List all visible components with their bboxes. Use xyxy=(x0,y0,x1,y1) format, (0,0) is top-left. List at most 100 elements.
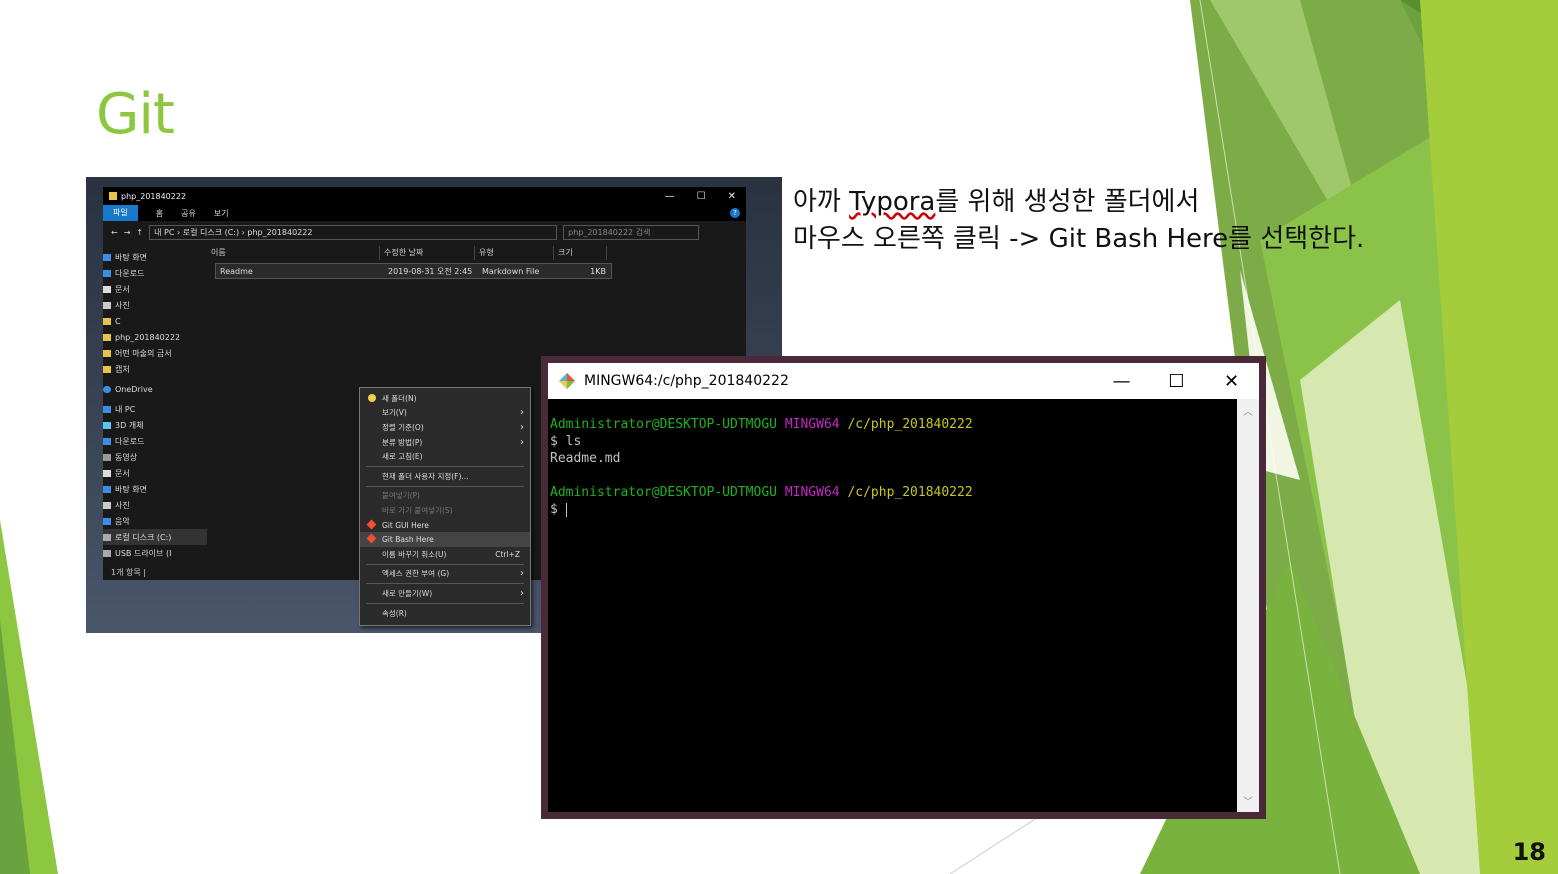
git-icon xyxy=(366,519,377,530)
ribbon-tab-home[interactable]: 홈 xyxy=(156,208,163,219)
page-number: 18 xyxy=(1512,838,1546,866)
nav-item[interactable]: 3D 개체 xyxy=(103,417,207,433)
menu-git-bash-here[interactable]: Git Bash Here xyxy=(360,532,530,547)
back-icon[interactable]: ← xyxy=(111,228,118,237)
nav-item[interactable]: 동영상 xyxy=(103,449,207,465)
scroll-up-icon[interactable]: ︿ xyxy=(1237,403,1259,418)
chevron-right-icon: › xyxy=(520,568,524,580)
nav-item-label: C xyxy=(115,316,121,326)
nav-item[interactable]: 바탕 화면 xyxy=(103,481,207,497)
file-modified: 2019-08-31 오전 2:45 xyxy=(388,266,473,276)
menu-customize-folder[interactable]: 현재 폴더 사용자 지정(F)... xyxy=(360,469,530,484)
scroll-down-icon[interactable]: ﹀ xyxy=(1237,793,1259,808)
file-row[interactable]: Readme 2019-08-31 오전 2:45 Markdown File … xyxy=(215,263,612,279)
nav-item[interactable]: OneDrive xyxy=(103,381,207,397)
chevron-right-icon: › xyxy=(520,407,524,419)
menu-label: 새로 고침(E) xyxy=(382,452,423,462)
address-path[interactable]: 내 PC › 로컬 디스크 (C:) › php_201840222 xyxy=(149,224,558,240)
menu-sort-by[interactable]: 정렬 기준(O) › xyxy=(360,420,530,435)
ribbon-tab-view[interactable]: 보기 xyxy=(214,208,229,219)
close-icon[interactable]: ✕ xyxy=(1204,371,1259,392)
maximize-icon[interactable]: ☐ xyxy=(697,191,706,202)
menu-separator xyxy=(366,465,524,467)
minimize-icon[interactable]: — xyxy=(1094,371,1149,392)
nav-item[interactable]: USB 드라이브 (I xyxy=(103,545,207,561)
menu-give-access[interactable]: 액세스 권한 부여 (G) › xyxy=(360,567,530,582)
forward-icon[interactable]: → xyxy=(124,228,131,237)
search-input[interactable]: php_201840222 검색 xyxy=(563,224,700,240)
mingw-icon xyxy=(559,373,575,389)
file-size: 1KB xyxy=(590,266,606,276)
nav-item-label: 바탕 화면 xyxy=(115,252,147,262)
nav-item[interactable]: 어떤 마술의 금서 xyxy=(103,345,207,361)
nav-item[interactable]: 로컬 디스크 (C:) xyxy=(103,529,207,545)
ribbon-tab-share[interactable]: 공유 xyxy=(181,208,196,219)
column-name[interactable]: 이름 xyxy=(207,246,380,260)
nav-item-label: 사진 xyxy=(115,300,130,310)
nav-item[interactable]: 내 PC xyxy=(103,401,207,417)
menu-separator xyxy=(366,563,524,565)
menu-group-by[interactable]: 분류 방법(P) › xyxy=(360,435,530,450)
nav-item[interactable]: 문서 xyxy=(103,465,207,481)
terminal-output[interactable]: Administrator@DESKTOP-UDTMOGU MINGW64 /c… xyxy=(548,399,1259,812)
nav-item[interactable]: 음악 xyxy=(103,513,207,529)
input-line[interactable]: $ xyxy=(550,501,1259,518)
context-menu: 새 폴더(N) 보기(V) › 정렬 기준(O) › 분류 방법(P) › 새로 고침… xyxy=(359,387,531,626)
nav-item[interactable]: C xyxy=(103,313,207,329)
close-icon[interactable]: ✕ xyxy=(728,191,736,202)
menu-label: 바로 가기 붙여넣기(S) xyxy=(382,505,453,515)
prompt-line: Administrator@DESKTOP-UDTMOGU MINGW64 /c… xyxy=(550,416,1259,433)
prompt-env: MINGW64 xyxy=(784,485,840,500)
menu-paste-shortcut: 바로 가기 붙여넣기(S) xyxy=(360,503,530,518)
nav-item[interactable]: 다운로드 xyxy=(103,433,207,449)
text-cursor xyxy=(565,502,567,517)
menu-label: Git Bash Here xyxy=(382,535,434,545)
nav-item[interactable]: 사진 xyxy=(103,497,207,513)
description-text: 를 위해 생성한 폴더에서 xyxy=(935,187,1200,217)
menu-label: 현재 폴더 사용자 지정(F)... xyxy=(382,471,469,481)
slide-description: 아까 Typora를 위해 생성한 폴더에서 마우스 오른쪽 클릭 -> Git… xyxy=(793,184,1364,258)
nav-item[interactable]: 바탕 화면 xyxy=(103,249,207,265)
menu-label: 액세스 권한 부여 (G) xyxy=(382,569,450,579)
nav-item[interactable]: 다운로드 xyxy=(103,265,207,281)
terminal-titlebar: MINGW64:/c/php_201840222 — ☐ ✕ xyxy=(548,363,1259,399)
nav-item[interactable]: 문서 xyxy=(103,281,207,297)
menu-label: 새 폴더(N) xyxy=(382,393,417,403)
file-name: Readme xyxy=(220,266,253,276)
nav-item-label: 바탕 화면 xyxy=(115,484,147,494)
prompt-cwd: /c/php_201840222 xyxy=(847,485,973,500)
nav-item[interactable]: 사진 xyxy=(103,297,207,313)
column-type[interactable]: 유형 xyxy=(475,246,554,260)
help-icon[interactable]: ? xyxy=(730,208,740,218)
nav-item[interactable]: php_201840222 xyxy=(103,329,207,345)
git-bash-window: MINGW64:/c/php_201840222 — ☐ ✕ Administr… xyxy=(541,356,1266,819)
menu-undo-rename[interactable]: 이름 바꾸기 취소(U) Ctrl+Z xyxy=(360,547,530,562)
minimize-icon[interactable]: — xyxy=(665,191,675,202)
menu-label: 붙여넣기(P) xyxy=(382,491,420,501)
menu-refresh[interactable]: 새로 고침(E) xyxy=(360,449,530,464)
git-icon xyxy=(366,533,377,544)
prompt-symbol: $ xyxy=(550,502,566,517)
menu-git-gui-here[interactable]: Git GUI Here xyxy=(360,518,530,533)
nav-item-label: 다운로드 xyxy=(115,268,145,278)
terminal-scrollbar[interactable]: ︿ ﹀ xyxy=(1237,399,1259,812)
prompt-cwd: /c/php_201840222 xyxy=(847,417,973,432)
menu-view[interactable]: 보기(V) › xyxy=(360,406,530,421)
menu-separator xyxy=(366,583,524,585)
git-bash-frame: MINGW64:/c/php_201840222 — ☐ ✕ Administr… xyxy=(548,363,1259,812)
nav-item-label: 문서 xyxy=(115,284,130,294)
ribbon-tab-file[interactable]: 파일 xyxy=(103,205,138,221)
menu-properties[interactable]: 속성(R) xyxy=(360,606,530,621)
column-size[interactable]: 크기 xyxy=(554,246,607,260)
up-icon[interactable]: ↑ xyxy=(136,228,143,237)
column-modified[interactable]: 수정한 날짜 xyxy=(380,246,475,260)
nav-item[interactable]: 캡처 xyxy=(103,361,207,377)
description-line-2: 마우스 오른쪽 클릭 -> Git Bash Here를 선택한다. xyxy=(793,224,1365,254)
menu-new[interactable]: 새로 만들기(W) › xyxy=(360,586,530,601)
menu-new-folder[interactable]: 새 폴더(N) xyxy=(360,391,530,406)
menu-separator xyxy=(366,485,524,487)
typora-word: Typora xyxy=(849,187,936,217)
maximize-icon[interactable]: ☐ xyxy=(1149,371,1204,392)
menu-paste: 붙여넣기(P) xyxy=(360,489,530,504)
